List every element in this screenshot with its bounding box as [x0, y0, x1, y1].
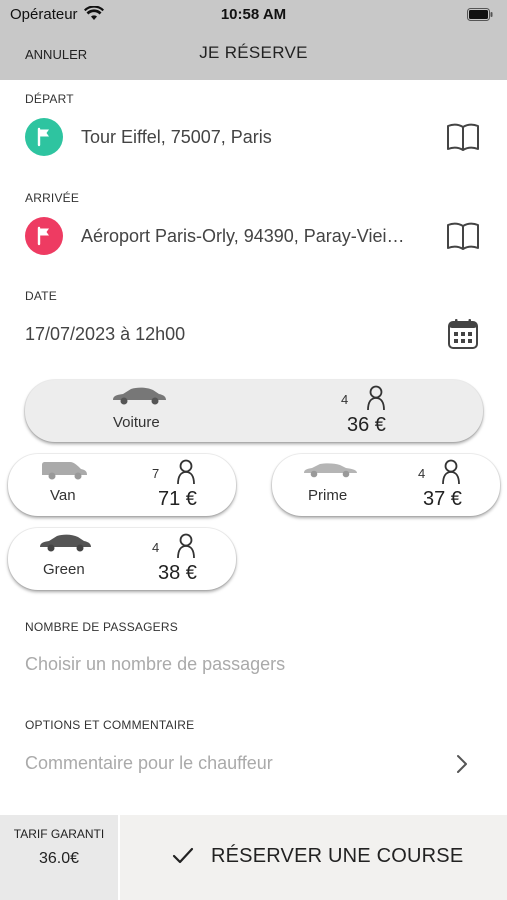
chevron-right-icon[interactable]: [456, 754, 468, 774]
tarif-value: 36.0€: [38, 850, 80, 867]
status-bar: Opérateur 10:58 AM: [0, 0, 507, 30]
vehicle-price: 38 €: [158, 562, 197, 584]
vehicle-name: Voiture: [113, 414, 160, 431]
checkmark-icon: [172, 847, 194, 864]
van-icon: [42, 462, 87, 480]
book-ride-label: RÉSERVER UNE COURSE: [211, 845, 464, 867]
vehicle-seats: 7: [152, 466, 160, 481]
options-label: OPTIONS ET COMMENTAIRE: [25, 718, 195, 732]
car-icon: [113, 387, 166, 405]
battery-icon: [467, 8, 493, 21]
arrivee-map-icon[interactable]: [446, 221, 480, 251]
car-icon: [304, 463, 357, 478]
vehicle-price: 37 €: [423, 488, 462, 510]
vehicle-card-voiture[interactable]: Voiture 4 36 €: [25, 380, 483, 442]
arrivee-label: ARRIVÉE: [25, 191, 80, 205]
vehicle-name: Green: [43, 561, 85, 578]
page-title: JE RÉSERVE: [199, 43, 308, 62]
vehicle-name: Van: [50, 487, 76, 504]
nav-bar: ANNULER JE RÉSERVE: [0, 30, 507, 80]
vehicle-seats: 4: [152, 540, 160, 555]
vehicle-price: 36 €: [347, 414, 386, 436]
depart-address[interactable]: Tour Eiffel, 75007, Paris: [81, 127, 272, 148]
date-label: DATE: [25, 289, 57, 303]
calendar-icon[interactable]: [447, 318, 479, 350]
book-ride-button[interactable]: RÉSERVER UNE COURSE: [120, 815, 507, 900]
vehicle-name: Prime: [308, 487, 348, 504]
clock-time: 10:58 AM: [220, 6, 287, 23]
car-icon: [40, 534, 91, 552]
vehicle-seats: 4: [418, 466, 426, 481]
comment-field[interactable]: Commentaire pour le chauffeur: [25, 753, 273, 774]
person-icon: [177, 533, 195, 559]
arrivee-address[interactable]: Aéroport Paris-Orly, 94390, Paray-Viei…: [81, 226, 404, 247]
vehicle-seats: 4: [341, 392, 349, 407]
passengers-field[interactable]: Choisir un nombre de passagers: [25, 654, 285, 675]
depart-map-icon[interactable]: [446, 122, 480, 152]
person-icon: [442, 459, 460, 485]
vehicle-price: 71 €: [158, 488, 197, 510]
date-value[interactable]: 17/07/2023 à 12h00: [25, 324, 185, 345]
tarif-panel: TARIF GARANTI 36.0€: [0, 815, 118, 900]
tarif-label: TARIF GARANTI: [13, 827, 105, 841]
passengers-label: NOMBRE DE PASSAGERS: [25, 620, 178, 634]
person-icon: [177, 459, 195, 485]
vehicle-card-prime[interactable]: Prime 4 37 €: [272, 454, 500, 516]
arrivee-flag-icon: [25, 217, 63, 255]
vehicle-card-van[interactable]: Van 7 71 €: [8, 454, 236, 516]
depart-flag-icon: [25, 118, 63, 156]
vehicle-card-green[interactable]: Green 4 38 €: [8, 528, 236, 590]
depart-label: DÉPART: [25, 92, 74, 106]
person-icon: [367, 385, 385, 411]
